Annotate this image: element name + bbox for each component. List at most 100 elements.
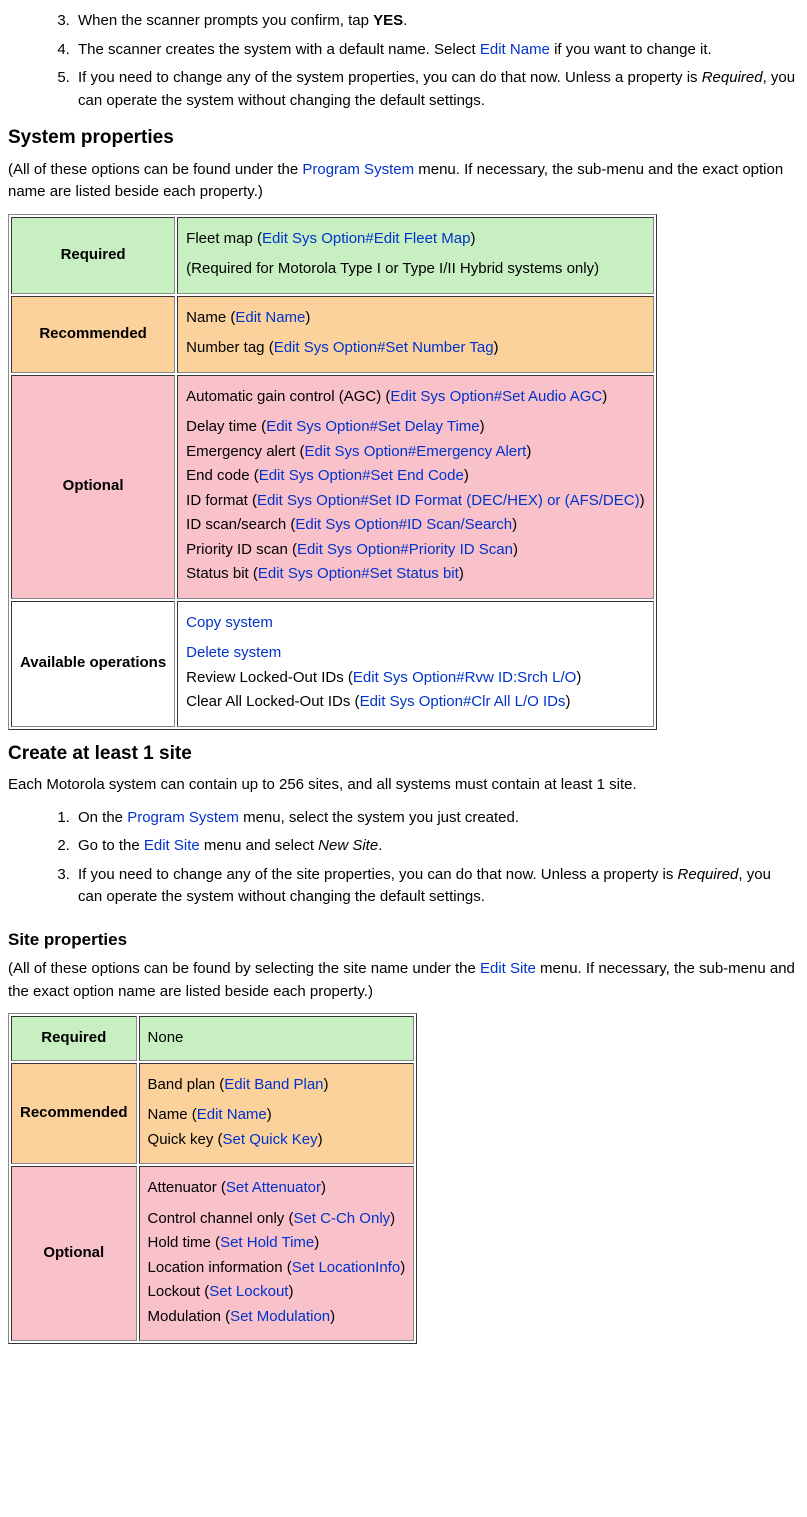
text: On the [78,809,127,826]
text: menu, select the system you just created… [239,809,519,826]
modulation-link[interactable]: Set Modulation [230,1308,330,1325]
create-site-list: On the Program System menu, select the s… [8,807,799,909]
text: ) [288,1283,293,1300]
text: Status bit ( [186,565,258,582]
site-properties-intro: (All of these options can be found by se… [8,958,799,1003]
text: Modulation ( [148,1308,231,1325]
italic-text: New Site [318,837,378,854]
table-row: Optional Automatic gain control (AGC) (E… [11,375,654,599]
system-properties-intro: (All of these options can be found under… [8,159,799,204]
program-system-link[interactable]: Program System [302,161,414,178]
optional-content: Automatic gain control (AGC) (Edit Sys O… [177,375,653,599]
site-properties-heading: Site properties [8,927,799,953]
table-row: Available operations Copy system Delete … [11,601,654,727]
list-item: Go to the Edit Site menu and select New … [74,835,799,858]
site-properties-table: Required None Recommended Band plan (Edi… [8,1013,417,1344]
text: Review Locked-Out IDs ( [186,669,353,686]
text: When the scanner prompts you confirm, ta… [78,12,373,29]
text: ID format ( [186,492,257,509]
text: ) [470,230,475,247]
text: ) [390,1210,395,1227]
text: ) [565,693,570,710]
text: ) [330,1308,335,1325]
required-label: Required [11,1016,137,1061]
text: ) [640,492,645,509]
recommended-content: Band plan (Edit Band Plan) Name (Edit Na… [139,1063,415,1165]
text: (All of these options can be found by se… [8,960,480,977]
text: The scanner creates the system with a de… [78,41,480,58]
text: Attenuator ( [148,1179,226,1196]
recommended-content: Name (Edit Name) Number tag (Edit Sys Op… [177,296,653,373]
delay-time-link[interactable]: Edit Sys Option#Set Delay Time [266,418,479,435]
delete-system-link[interactable]: Delete system [186,644,281,661]
optional-label: Optional [11,375,175,599]
text: ) [513,541,518,558]
text: Lockout ( [148,1283,210,1300]
text: ) [512,516,517,533]
table-row: Required None [11,1016,414,1061]
table-row: Recommended Name (Edit Name) Number tag … [11,296,654,373]
italic-text: Required [678,866,739,883]
quick-key-link[interactable]: Set Quick Key [223,1131,318,1148]
text: Number tag ( [186,339,274,356]
text: (Required for Motorola Type I or Type I/… [186,258,644,281]
text: Delay time ( [186,418,266,435]
text: If you need to change any of the site pr… [78,866,678,883]
c-ch-only-link[interactable]: Set C-Ch Only [293,1210,390,1227]
attenuator-link[interactable]: Set Attenuator [226,1179,321,1196]
bold-text: YES [373,12,403,29]
text: ) [400,1259,405,1276]
edit-name-link[interactable]: Edit Name [480,41,550,58]
hold-time-link[interactable]: Set Hold Time [220,1234,314,1251]
end-code-link[interactable]: Edit Sys Option#Set End Code [259,467,464,484]
text: Automatic gain control (AGC) ( [186,388,390,405]
text: ) [314,1234,319,1251]
location-info-link[interactable]: Set LocationInfo [292,1259,400,1276]
system-properties-table: Required Fleet map (Edit Sys Option#Edit… [8,214,657,730]
edit-name-link[interactable]: Edit Name [197,1106,267,1123]
text: ) [602,388,607,405]
list-item: If you need to change any of the site pr… [74,864,799,909]
program-system-link[interactable]: Program System [127,809,239,826]
number-tag-link[interactable]: Edit Sys Option#Set Number Tag [274,339,494,356]
fleet-map-link[interactable]: Edit Sys Option#Edit Fleet Map [262,230,470,247]
band-plan-link[interactable]: Edit Band Plan [224,1076,323,1093]
text: ) [494,339,499,356]
edit-site-link[interactable]: Edit Site [480,960,536,977]
review-locked-link[interactable]: Edit Sys Option#Rvw ID:Srch L/O [353,669,576,686]
text: ) [324,1076,329,1093]
available-ops-content: Copy system Delete system Review Locked-… [177,601,653,727]
lockout-link[interactable]: Set Lockout [209,1283,288,1300]
create-site-heading: Create at least 1 site [8,740,799,769]
text: ) [480,418,485,435]
available-ops-label: Available operations [11,601,175,727]
emergency-alert-link[interactable]: Edit Sys Option#Emergency Alert [305,443,527,460]
status-bit-link[interactable]: Edit Sys Option#Set Status bit [258,565,459,582]
priority-id-link[interactable]: Edit Sys Option#Priority ID Scan [297,541,513,558]
text: if you want to change it. [550,41,712,58]
top-steps-list: When the scanner prompts you confirm, ta… [8,10,799,112]
required-content: Fleet map (Edit Sys Option#Edit Fleet Ma… [177,217,653,294]
table-row: Optional Attenuator (Set Attenuator) Con… [11,1166,414,1341]
text: ) [267,1106,272,1123]
text: . [378,837,382,854]
clear-locked-link[interactable]: Edit Sys Option#Clr All L/O IDs [360,693,566,710]
list-item: When the scanner prompts you confirm, ta… [74,10,799,33]
list-item: The scanner creates the system with a de… [74,39,799,62]
list-item: On the Program System menu, select the s… [74,807,799,830]
required-content: None [139,1016,415,1061]
italic-text: Required [702,69,763,86]
text: (All of these options can be found under… [8,161,302,178]
text: Name ( [148,1106,197,1123]
text: ID scan/search ( [186,516,295,533]
required-label: Required [11,217,175,294]
edit-name-link[interactable]: Edit Name [235,309,305,326]
edit-site-link[interactable]: Edit Site [144,837,200,854]
id-format-link[interactable]: Edit Sys Option#Set ID Format (DEC/HEX) … [257,492,640,509]
text: menu and select [200,837,318,854]
audio-agc-link[interactable]: Edit Sys Option#Set Audio AGC [390,388,602,405]
copy-system-link[interactable]: Copy system [186,614,273,631]
text: . [403,12,407,29]
id-scan-link[interactable]: Edit Sys Option#ID Scan/Search [295,516,512,533]
system-properties-heading: System properties [8,124,799,153]
